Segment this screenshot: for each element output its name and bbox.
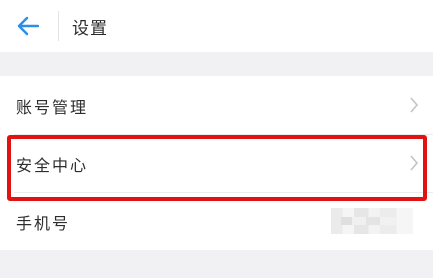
settings-item-label: 安全中心 — [16, 156, 89, 175]
settings-list: 账号管理 安全中心 手机号 — [0, 76, 433, 250]
arrow-left-icon — [17, 16, 39, 36]
settings-item-phone-number[interactable]: 手机号 — [0, 192, 433, 250]
settings-item-label: 手机号 — [16, 214, 71, 233]
top-navigation-bar: 设置 — [0, 0, 433, 52]
settings-item-label: 账号管理 — [16, 98, 89, 117]
masked-phone-value — [331, 208, 413, 234]
settings-item-account-management[interactable]: 账号管理 — [0, 76, 433, 134]
settings-item-security-center[interactable]: 安全中心 — [0, 134, 433, 192]
chevron-right-icon — [409, 155, 419, 171]
title-divider — [58, 11, 59, 41]
chevron-right-icon — [409, 97, 419, 113]
page-title: 设置 — [72, 19, 108, 39]
back-button[interactable] — [14, 13, 42, 39]
